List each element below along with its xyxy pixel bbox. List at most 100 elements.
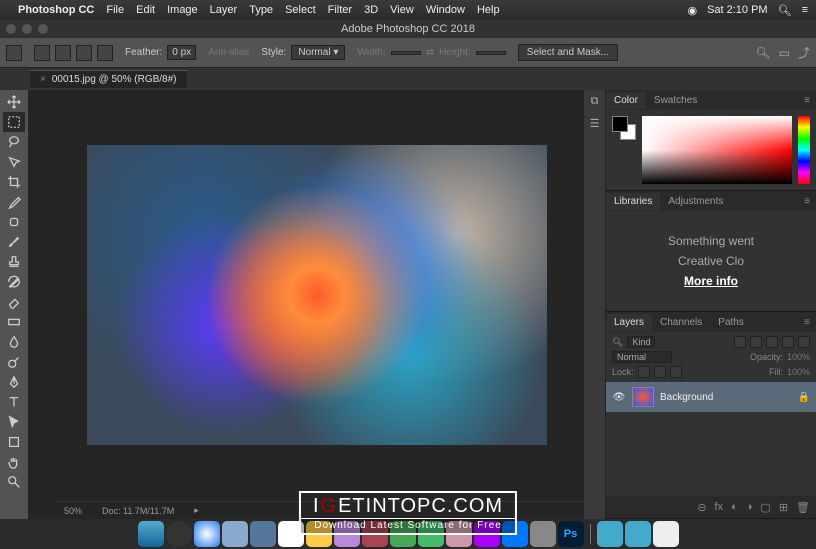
zoom-level[interactable]: 50%	[64, 506, 82, 516]
opacity-value[interactable]: 100%	[787, 352, 810, 362]
reminders-icon[interactable]	[362, 521, 388, 547]
move-tool[interactable]	[3, 92, 25, 112]
messages-icon[interactable]	[390, 521, 416, 547]
menu-filter[interactable]: Filter	[328, 4, 352, 16]
lock-all-icon[interactable]	[670, 366, 682, 378]
style-select[interactable]: Normal ▾	[291, 45, 345, 60]
contacts-icon[interactable]	[250, 521, 276, 547]
libraries-tab[interactable]: Libraries	[606, 193, 660, 210]
quick-select-tool[interactable]	[3, 152, 25, 172]
swatches-tab[interactable]: Swatches	[646, 92, 705, 109]
menu-file[interactable]: File	[106, 4, 124, 16]
downloads-icon[interactable]	[597, 521, 623, 547]
finder-icon[interactable]	[138, 521, 164, 547]
layers-panel-menu-icon[interactable]: ≡	[798, 317, 816, 328]
layer-lock-icon[interactable]: 🔒	[798, 392, 810, 403]
eraser-tool[interactable]	[3, 292, 25, 312]
stamp-tool[interactable]	[3, 252, 25, 272]
layer-name[interactable]: Background	[660, 392, 713, 403]
lock-position-icon[interactable]	[654, 366, 666, 378]
app-menu[interactable]: Photoshop CC	[18, 4, 94, 16]
maps-icon[interactable]	[446, 521, 472, 547]
filter-smart-icon[interactable]	[798, 336, 810, 348]
color-tab[interactable]: Color	[606, 92, 646, 109]
fill-value[interactable]: 100%	[787, 367, 810, 377]
appstore-icon[interactable]	[502, 521, 528, 547]
filter-pixel-icon[interactable]	[734, 336, 746, 348]
share-icon[interactable]: ⤴	[798, 44, 810, 61]
hue-slider[interactable]	[798, 116, 810, 184]
layer-filter-select[interactable]: Kind	[627, 336, 655, 348]
tool-preset-icon[interactable]	[6, 45, 22, 61]
lasso-tool[interactable]	[3, 132, 25, 152]
document-canvas[interactable]	[87, 145, 547, 445]
menu-3d[interactable]: 3D	[364, 4, 378, 16]
spotlight-icon[interactable]: 🔍︎	[778, 4, 792, 17]
blur-tool[interactable]	[3, 332, 25, 352]
notes-icon[interactable]	[306, 521, 332, 547]
feather-input[interactable]: 0 px	[167, 45, 196, 60]
preferences-icon[interactable]	[530, 521, 556, 547]
color-panel-menu-icon[interactable]: ≡	[798, 95, 816, 106]
path-select-tool[interactable]	[3, 412, 25, 432]
search-icon[interactable]: 🔍︎	[755, 46, 770, 60]
facetime-icon[interactable]	[418, 521, 444, 547]
layer-row[interactable]: 👁 Background 🔒	[606, 382, 816, 412]
canvas-area[interactable]: 50% Doc: 11.7M/11.7M ▸	[28, 90, 606, 519]
new-layer-icon[interactable]: ⊞	[779, 501, 788, 514]
clock[interactable]: Sat 2:10 PM	[707, 4, 768, 16]
siri-icon[interactable]: ◉	[687, 4, 697, 17]
link-layers-icon[interactable]: ⊝	[697, 501, 706, 514]
pen-tool[interactable]	[3, 372, 25, 392]
filter-adjust-icon[interactable]	[750, 336, 762, 348]
layer-mask-icon[interactable]: ◐	[731, 501, 738, 513]
marquee-tool[interactable]	[3, 112, 25, 132]
close-tab-icon[interactable]: ×	[40, 74, 46, 85]
selection-add-icon[interactable]	[55, 45, 71, 61]
layer-fx-icon[interactable]: fx	[715, 501, 724, 513]
history-panel-icon[interactable]: ⧉	[588, 94, 602, 108]
menu-type[interactable]: Type	[249, 4, 273, 16]
shape-tool[interactable]	[3, 432, 25, 452]
menu-layer[interactable]: Layer	[210, 4, 238, 16]
libraries-panel-menu-icon[interactable]: ≡	[798, 196, 816, 207]
properties-panel-icon[interactable]: ☰	[588, 116, 602, 130]
window-controls[interactable]	[6, 24, 48, 34]
document-tab[interactable]: × 00015.jpg @ 50% (RGB/8#)	[30, 70, 187, 88]
new-fill-icon[interactable]: ◑	[746, 501, 753, 513]
documents-icon[interactable]	[625, 521, 651, 547]
photos-icon[interactable]	[334, 521, 360, 547]
mail-icon[interactable]	[222, 521, 248, 547]
layers-tab[interactable]: Layers	[606, 314, 652, 331]
filter-shape-icon[interactable]	[782, 336, 794, 348]
dodge-tool[interactable]	[3, 352, 25, 372]
itunes-icon[interactable]	[474, 521, 500, 547]
layer-visibility-icon[interactable]: 👁	[612, 392, 626, 403]
layer-thumbnail[interactable]	[632, 387, 654, 407]
menu-edit[interactable]: Edit	[136, 4, 155, 16]
menu-help[interactable]: Help	[477, 4, 500, 16]
menu-select[interactable]: Select	[285, 4, 316, 16]
delete-layer-icon[interactable]: 🗑	[796, 501, 810, 514]
lock-pixels-icon[interactable]	[638, 366, 650, 378]
healing-tool[interactable]	[3, 212, 25, 232]
paths-tab[interactable]: Paths	[710, 314, 752, 331]
fg-bg-color[interactable]	[612, 116, 636, 140]
photoshop-dock-icon[interactable]: Ps	[558, 521, 584, 547]
calendar-icon[interactable]	[278, 521, 304, 547]
menu-extra-icon[interactable]: ≡	[802, 4, 808, 16]
workspace-icon[interactable]: ▭	[779, 46, 790, 60]
adjustments-tab[interactable]: Adjustments	[660, 193, 731, 210]
menu-window[interactable]: Window	[426, 4, 465, 16]
selection-subtract-icon[interactable]	[76, 45, 92, 61]
selection-intersect-icon[interactable]	[97, 45, 113, 61]
launchpad-icon[interactable]	[166, 521, 192, 547]
gradient-tool[interactable]	[3, 312, 25, 332]
new-group-icon[interactable]: ▢	[760, 501, 770, 514]
select-and-mask-button[interactable]: Select and Mask...	[518, 44, 618, 61]
hand-tool[interactable]	[3, 452, 25, 472]
zoom-tool[interactable]	[3, 472, 25, 492]
filter-type-icon[interactable]	[766, 336, 778, 348]
history-brush-tool[interactable]	[3, 272, 25, 292]
safari-icon[interactable]	[194, 521, 220, 547]
